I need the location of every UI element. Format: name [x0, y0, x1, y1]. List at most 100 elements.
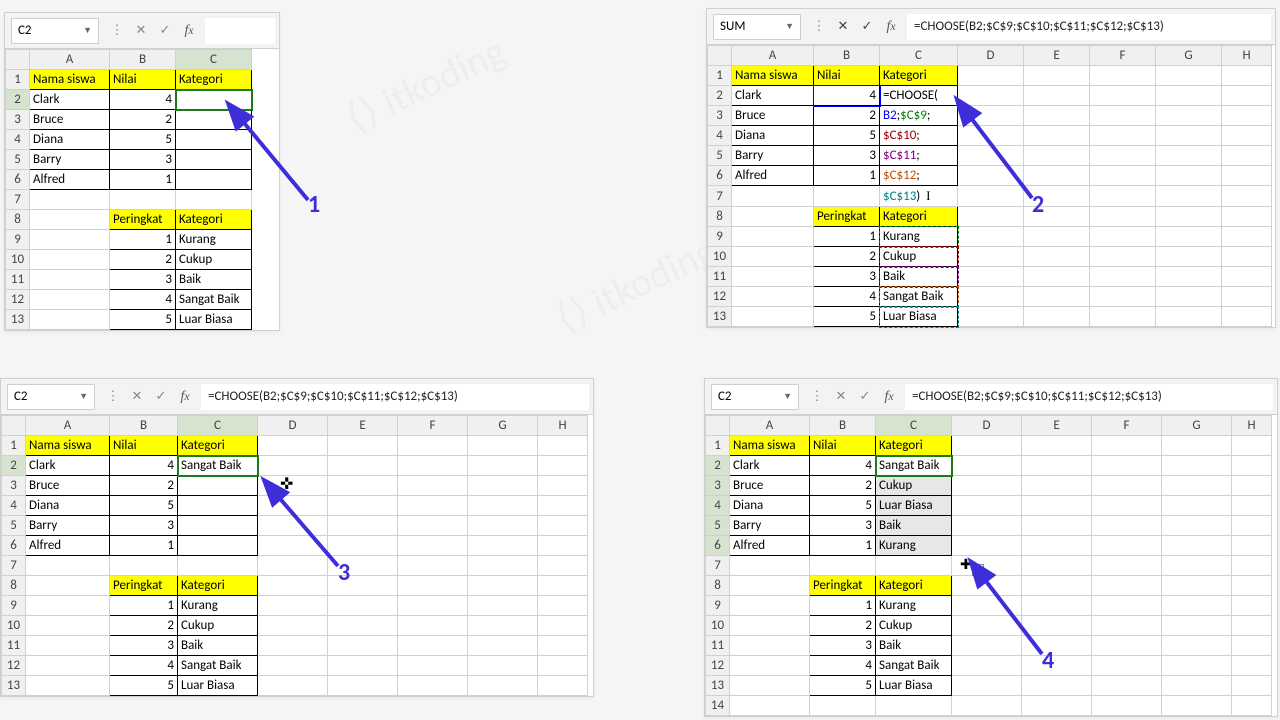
cell[interactable]: Baik: [880, 267, 958, 287]
cell[interactable]: 1: [110, 170, 176, 190]
cell[interactable]: 5: [814, 307, 880, 327]
col-header[interactable]: A: [30, 50, 110, 70]
selected-cell[interactable]: Sangat Baik: [178, 456, 258, 476]
cell[interactable]: 4: [110, 90, 176, 110]
sheet-grid[interactable]: A B C 1 Nama siswa Nilai Kategori 2 Clar…: [5, 49, 252, 330]
cell[interactable]: Luar Biasa: [176, 310, 252, 330]
name-box[interactable]: C2 ▼: [711, 384, 799, 410]
row-header[interactable]: 8: [6, 210, 30, 230]
row-header[interactable]: 13: [706, 676, 730, 696]
header-cell[interactable]: Nilai: [110, 70, 176, 90]
row-header[interactable]: 2: [708, 86, 732, 106]
name-box[interactable]: SUM ▼: [713, 14, 801, 40]
cell[interactable]: Baik: [176, 270, 252, 290]
col-header[interactable]: F: [1092, 416, 1162, 436]
row-header[interactable]: 9: [2, 596, 26, 616]
row-header[interactable]: 13: [6, 310, 30, 330]
row-header[interactable]: 6: [6, 170, 30, 190]
confirm-icon[interactable]: ✓: [854, 386, 876, 408]
cancel-icon[interactable]: ✕: [130, 20, 152, 42]
row-header[interactable]: 9: [706, 596, 730, 616]
row-header[interactable]: 14: [706, 696, 730, 716]
col-header[interactable]: C: [876, 416, 952, 436]
col-header[interactable]: E: [1024, 46, 1090, 66]
col-header[interactable]: B: [110, 50, 176, 70]
autofill-options-icon[interactable]: [972, 564, 984, 576]
corner-cell[interactable]: [708, 46, 732, 66]
cell[interactable]: 1: [110, 230, 176, 250]
cell[interactable]: 1: [814, 166, 880, 186]
row-header[interactable]: 3: [708, 106, 732, 126]
col-header[interactable]: E: [1022, 416, 1092, 436]
col-header[interactable]: D: [258, 416, 328, 436]
row-header[interactable]: 8: [2, 576, 26, 596]
cell[interactable]: 3: [814, 146, 880, 166]
sheet-grid[interactable]: A B C D E F G H 1 Nama siswa Nilai Kateg…: [705, 415, 1272, 716]
cell[interactable]: 3: [814, 267, 880, 287]
col-header[interactable]: H: [1232, 416, 1272, 436]
row-header[interactable]: 5: [708, 146, 732, 166]
col-header[interactable]: G: [468, 416, 538, 436]
row-header[interactable]: 8: [706, 576, 730, 596]
row-header[interactable]: 4: [708, 126, 732, 146]
row-header[interactable]: 2: [2, 456, 26, 476]
header-cell[interactable]: Peringkat: [814, 207, 880, 227]
cell[interactable]: Cukup: [880, 247, 958, 267]
name-box[interactable]: C2 ▼: [11, 18, 99, 44]
header-cell[interactable]: Kategori: [880, 66, 958, 86]
cell[interactable]: 3: [110, 270, 176, 290]
row-header[interactable]: 9: [6, 230, 30, 250]
col-header[interactable]: B: [810, 416, 876, 436]
col-header[interactable]: A: [26, 416, 110, 436]
cell[interactable]: 5: [814, 126, 880, 146]
row-header[interactable]: 12: [2, 656, 26, 676]
row-header[interactable]: 12: [708, 287, 732, 307]
fx-icon[interactable]: fx: [880, 16, 902, 38]
cell[interactable]: Bruce: [30, 110, 110, 130]
row-header[interactable]: 12: [706, 656, 730, 676]
row-header[interactable]: 7: [2, 556, 26, 576]
row-header[interactable]: 4: [6, 130, 30, 150]
row-header[interactable]: 11: [6, 270, 30, 290]
cell[interactable]: 1: [814, 227, 880, 247]
fx-icon[interactable]: fx: [878, 386, 900, 408]
header-cell[interactable]: Nama siswa: [732, 66, 814, 86]
fx-icon[interactable]: fx: [174, 386, 196, 408]
cell[interactable]: Sangat Baik: [880, 287, 958, 307]
cancel-icon[interactable]: ✕: [126, 386, 148, 408]
cell[interactable]: [176, 150, 252, 170]
row-header[interactable]: 3: [2, 476, 26, 496]
cancel-icon[interactable]: ✕: [832, 16, 854, 38]
row-header[interactable]: 11: [2, 636, 26, 656]
row-header[interactable]: 10: [706, 616, 730, 636]
col-header[interactable]: C: [880, 46, 958, 66]
col-header[interactable]: C: [178, 416, 258, 436]
row-header[interactable]: 7: [706, 556, 730, 576]
cell[interactable]: Barry: [30, 150, 110, 170]
col-header[interactable]: H: [538, 416, 588, 436]
confirm-icon[interactable]: ✓: [150, 386, 172, 408]
row-header[interactable]: 4: [706, 496, 730, 516]
cell[interactable]: Luar Biasa: [880, 307, 958, 327]
cell[interactable]: Sangat Baik: [176, 290, 252, 310]
formula-input[interactable]: =CHOOSE(B2;$C$9;$C$10;$C$11;$C$12;$C$13): [201, 384, 589, 410]
col-header[interactable]: B: [814, 46, 880, 66]
name-box[interactable]: C2 ▼: [7, 384, 95, 410]
row-header[interactable]: 8: [708, 207, 732, 227]
corner-cell[interactable]: [706, 416, 730, 436]
col-header[interactable]: C: [176, 50, 252, 70]
cell[interactable]: 2: [814, 106, 880, 126]
editing-cell[interactable]: =CHOOSE(: [880, 86, 958, 106]
cell[interactable]: [176, 130, 252, 150]
header-cell[interactable]: Kategori: [880, 207, 958, 227]
cell[interactable]: Kurang: [880, 227, 958, 247]
row-header[interactable]: 5: [6, 150, 30, 170]
cell[interactable]: Alfred: [732, 166, 814, 186]
row-header[interactable]: 7: [6, 190, 30, 210]
cell[interactable]: [176, 110, 252, 130]
cell[interactable]: Diana: [30, 130, 110, 150]
row-header[interactable]: 3: [6, 110, 30, 130]
col-header[interactable]: A: [732, 46, 814, 66]
cell[interactable]: Clark: [30, 90, 110, 110]
row-header[interactable]: 6: [2, 536, 26, 556]
